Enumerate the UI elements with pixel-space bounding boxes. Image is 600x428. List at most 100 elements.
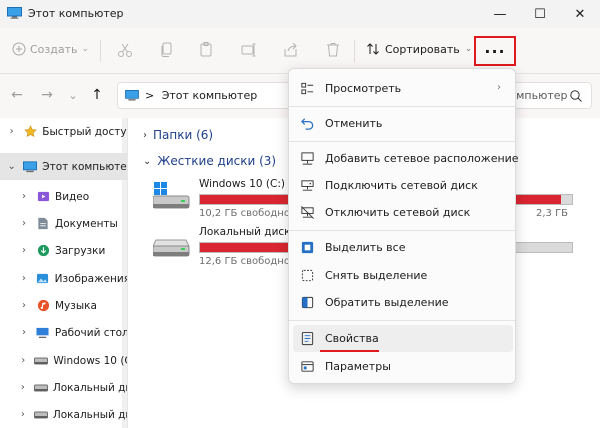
chevron-right-icon[interactable]: ›	[18, 327, 30, 338]
documents-icon	[36, 217, 50, 231]
chevron-right-icon[interactable]: ›	[18, 191, 30, 202]
drives-group-label: Жесткие диски (3)	[157, 154, 277, 168]
toolbar-separator	[354, 40, 355, 62]
search-icon	[570, 90, 582, 102]
downloads-icon	[36, 244, 50, 258]
menu-item[interactable]: Свойства	[293, 325, 513, 352]
copy-icon[interactable]	[158, 41, 176, 59]
chevron-right-icon[interactable]: ›	[18, 273, 30, 284]
drive-icon	[33, 408, 48, 422]
drive-icon	[34, 354, 49, 368]
sidebar-item[interactable]: › Рабочий стол	[0, 319, 128, 346]
video-icon	[36, 190, 50, 204]
more-options-button[interactable]: ···	[474, 36, 516, 66]
create-button[interactable]: Создать ⌄	[12, 42, 89, 56]
chevron-down-icon[interactable]: ⌄	[6, 161, 17, 172]
breadcrumb-separator: >	[145, 89, 155, 102]
music-icon	[36, 299, 50, 313]
plus-circle-icon	[12, 42, 26, 56]
windows-drive-icon	[153, 182, 190, 209]
sidebar-item-label: Изображения	[54, 272, 128, 285]
chevron-down-icon: ⌄	[81, 44, 90, 54]
menu-item[interactable]: Снять выделение	[293, 262, 513, 289]
sidebar-item[interactable]: › Локальный диск	[0, 401, 127, 428]
menu-item[interactable]: Обратить выделение	[293, 289, 513, 316]
sidebar-item[interactable]: › Музыка	[0, 292, 127, 319]
breadcrumb-item: Этот компьютер	[161, 89, 258, 102]
toolbar-separator	[100, 40, 101, 62]
sidebar-item[interactable]: › Загрузки	[0, 237, 127, 264]
maximize-button[interactable]: ☐	[520, 0, 560, 28]
sidebar-item-label: Рабочий стол	[54, 326, 128, 339]
drive-icon	[153, 239, 190, 257]
chevron-right-icon: ›	[143, 129, 147, 141]
sidebar-item[interactable]: › Локальный диск	[0, 374, 127, 401]
chevron-right-icon[interactable]: ›	[18, 382, 28, 393]
chevron-right-icon[interactable]: ›	[18, 245, 30, 256]
menu-item-label: Параметры	[325, 360, 391, 373]
forward-button[interactable]: →	[38, 86, 56, 104]
delete-icon[interactable]	[324, 41, 342, 59]
sidebar-item-label: Видео	[55, 190, 90, 203]
menu-separator	[289, 106, 515, 107]
paste-icon[interactable]	[198, 41, 216, 59]
menu-item-label: Добавить сетевое расположение	[325, 152, 519, 165]
menu-item[interactable]: Выделить все	[293, 234, 513, 261]
desktop-icon	[36, 326, 50, 340]
view-icon	[299, 81, 315, 97]
chevron-right-icon[interactable]: ›	[18, 300, 30, 311]
sidebar-item-label: Быстрый доступ	[42, 125, 128, 138]
computer-icon	[7, 7, 22, 19]
sidebar-item[interactable]: ⌄ Этот компьютер	[0, 153, 128, 180]
sort-icon	[367, 43, 379, 55]
menu-item-label: Выделить все	[325, 241, 406, 254]
menu-item-label: Отменить	[325, 117, 383, 130]
recent-locations-button[interactable]: ⌄	[64, 86, 82, 104]
menu-item[interactable]: Параметры	[293, 353, 513, 380]
chevron-right-icon[interactable]: ›	[18, 218, 30, 229]
chevron-down-icon: ⌄	[143, 155, 152, 167]
sidebar-item-label: Этот компьютер	[42, 160, 128, 173]
options-icon	[299, 359, 315, 375]
sidebar-item[interactable]: › Windows 10 (C:)	[0, 347, 127, 374]
menu-item[interactable]: Отменить	[293, 110, 513, 137]
more-icon: ···	[484, 41, 506, 61]
menu-item[interactable]: Добавить сетевое расположение	[293, 145, 519, 172]
cut-icon[interactable]	[116, 41, 134, 59]
minimize-button[interactable]: —	[480, 0, 520, 28]
up-button[interactable]: ↑	[88, 86, 106, 104]
sort-button[interactable]: Сортировать ⌄	[366, 42, 472, 56]
breadcrumb[interactable]: > Этот компьютер	[145, 89, 257, 102]
sidebar-item[interactable]: › Изображения	[0, 265, 128, 292]
rename-icon[interactable]	[240, 41, 258, 59]
close-button[interactable]: ✕	[560, 0, 600, 28]
drive-total-space: 2,3 ГБ	[536, 208, 569, 219]
menu-item-label: Снять выделение	[325, 269, 428, 282]
menu-item[interactable]: Просмотреть ›	[293, 75, 513, 102]
create-label: Создать	[30, 42, 78, 56]
sidebar-item-label: Загрузки	[55, 244, 106, 257]
sidebar-item[interactable]: › Быстрый доступ	[0, 118, 128, 145]
sidebar-item-label: Документы	[55, 217, 118, 230]
map-drive-icon	[299, 178, 315, 194]
folders-group-header[interactable]: › Папки (6)	[143, 128, 213, 142]
star-icon	[23, 125, 37, 139]
select-all-icon	[299, 240, 315, 256]
drives-group-header[interactable]: ⌄ Жесткие диски (3)	[143, 154, 276, 168]
menu-separator	[289, 141, 515, 142]
menu-item[interactable]: Подключить сетевой диск	[293, 172, 513, 199]
share-icon[interactable]	[282, 41, 300, 59]
sidebar-item[interactable]: › Документы	[0, 210, 127, 237]
menu-item-label: Подключить сетевой диск	[325, 179, 478, 192]
sidebar-item[interactable]: › Видео	[0, 183, 127, 210]
chevron-right-icon[interactable]: ›	[18, 409, 28, 420]
invert-selection-icon	[299, 295, 315, 311]
menu-item[interactable]: Отключить сетевой диск	[293, 199, 513, 226]
back-button[interactable]: ←	[8, 86, 26, 104]
highlight-underline	[320, 350, 379, 352]
sidebar-item-label: Локальный диск	[52, 381, 127, 394]
chevron-right-icon[interactable]: ›	[6, 126, 17, 137]
chevron-right-icon[interactable]: ›	[18, 355, 28, 366]
menu-item-label: Просмотреть	[325, 82, 402, 95]
folders-group-label: Папки (6)	[153, 128, 214, 142]
